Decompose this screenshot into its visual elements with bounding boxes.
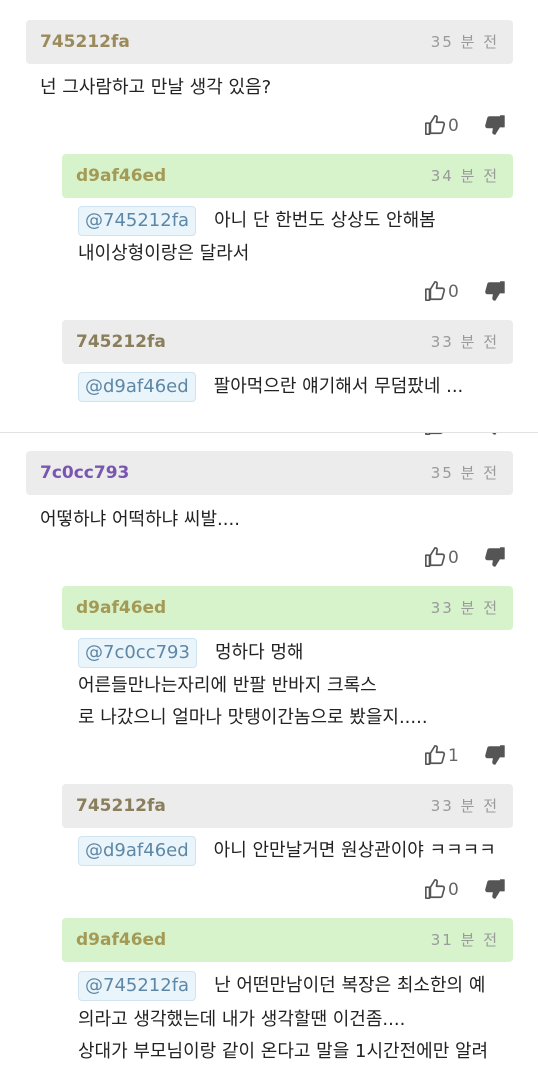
mention-tag[interactable]: @d9af46ed [78,372,196,402]
comment-text: @745212fa 아니 단 한번도 상상도 안해봄 [78,205,436,237]
comment-text: 상대가 부모님이랑 같이 온다고 말을 1시간전에만 알려 [78,1041,489,1062]
comment-author[interactable]: 7c0cc793 [40,451,129,495]
vote-bar: 0 [424,546,508,570]
comment-timestamp: 35 분 전 [430,33,499,51]
upvote-count: 0 [448,282,459,302]
comment-timestamp: 33 분 전 [430,797,499,815]
upvote-count: 0 [448,116,459,136]
comment-author[interactable]: d9af46ed [76,918,166,962]
comment-header: 7c0cc793 35 분 전 [26,451,513,495]
comment-text: @745212fa 난 어떤만남이던 복장은 최소한의 예 [78,970,485,1002]
mention-tag[interactable]: @745212fa [78,206,197,236]
thumbs-down-icon[interactable] [484,878,506,900]
reply-header: d9af46ed 34 분 전 [62,154,513,198]
comment-author[interactable]: 745212fa [76,320,166,364]
thumbs-down-icon[interactable] [484,114,506,136]
thumbs-down-icon[interactable] [484,744,506,766]
comment-timestamp: 31 분 전 [430,931,499,949]
comment-timestamp: 33 분 전 [430,333,499,351]
upvote-count: 0 [448,880,459,900]
cropped-area [0,412,538,432]
upvote-count: 0 [448,548,459,568]
comment-text: 의라고 생각했는데 내가 생각할땐 이건좀.... [78,1009,406,1030]
comment-author[interactable]: d9af46ed [76,154,166,198]
vote-bar: 0 [424,114,508,138]
reply-header: d9af46ed 31 분 전 [62,918,513,962]
vote-bar: 1 [424,744,508,768]
comment-text: @d9af46ed 아니 안만날거면 원상관이야 ㅋㅋㅋㅋ [78,835,496,867]
thumbs-up-icon[interactable] [424,114,446,136]
divider [0,432,538,433]
comment-text: 어떻하냐 어떡하냐 씨발.... [40,509,240,530]
comment-text: 내이상형이랑은 달라서 [78,243,250,264]
reply-header: d9af46ed 33 분 전 [62,586,513,630]
mention-tag[interactable]: @d9af46ed [78,836,196,866]
comment-text: @d9af46ed 팔아먹으란 얘기해서 무덤팠네 ... [78,371,463,403]
comment-timestamp: 34 분 전 [430,167,499,185]
thumbs-up-icon[interactable] [424,280,446,302]
thumbs-up-icon[interactable] [424,878,446,900]
reply-header: 745212fa 33 분 전 [62,784,513,828]
comment-header: 745212fa 35 분 전 [26,20,513,64]
mention-tag[interactable]: @7c0cc793 [78,638,197,668]
vote-bar: 0 [424,280,508,304]
upvote-count: 1 [448,746,459,766]
comment-timestamp: 35 분 전 [430,464,499,482]
thumbs-up-icon[interactable] [424,546,446,568]
comment-text: 어른들만나는자리에 반팔 반바지 크록스 [78,675,377,696]
comment-text: 로 나갔으니 얼마나 맛탱이간놈으로 봤을지..... [78,707,428,728]
comment-author[interactable]: 745212fa [40,20,130,64]
thumbs-down-icon[interactable] [484,280,506,302]
vote-bar: 0 [424,878,508,902]
thumbs-down-icon[interactable] [484,546,506,568]
mention-tag[interactable]: @745212fa [78,971,197,1001]
comment-text: 넌 그사람하고 만날 생각 있음? [40,77,272,98]
comment-author[interactable]: 745212fa [76,784,166,828]
reply-header: 745212fa 33 분 전 [62,320,513,364]
comment-text: @7c0cc793 멍하다 멍해 [78,637,303,669]
thumbs-up-icon[interactable] [424,744,446,766]
comment-timestamp: 33 분 전 [430,599,499,617]
comment-author[interactable]: d9af46ed [76,586,166,630]
